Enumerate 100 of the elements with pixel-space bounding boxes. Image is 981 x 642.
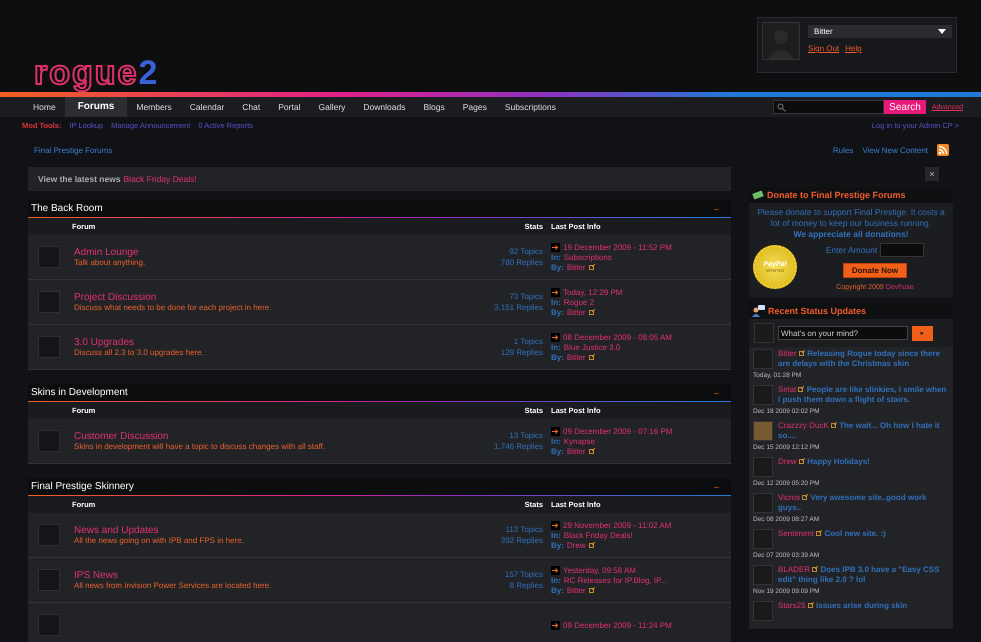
topic-link[interactable]: Blue Justice 3.0: [564, 342, 620, 352]
external-link-icon[interactable]: [588, 542, 595, 548]
rss-icon[interactable]: [937, 144, 949, 156]
forum-title[interactable]: IPS News: [74, 570, 483, 581]
amount-field[interactable]: [880, 243, 924, 257]
caret-icon: [938, 29, 946, 34]
nav-tab[interactable]: Pages: [454, 97, 496, 117]
last-post-date[interactable]: 09 December 2009 - 07:16 PM: [563, 426, 672, 436]
user-link[interactable]: Stars25: [778, 601, 806, 610]
user-link[interactable]: Drew: [778, 457, 797, 466]
top-link[interactable]: Rules: [832, 146, 854, 154]
close-button[interactable]: ×: [925, 167, 939, 181]
forum-title[interactable]: News and Updates: [74, 525, 483, 536]
in-label: In:: [551, 342, 561, 352]
status-title: Recent Status Updates: [768, 306, 866, 316]
topic-link[interactable]: RC Releases for IP.Blog, IP...: [564, 576, 668, 584]
external-link-icon[interactable]: [588, 354, 595, 360]
top-link[interactable]: View New Content: [862, 146, 928, 154]
forum-title[interactable]: 3.0 Upgrades: [74, 337, 483, 348]
topics-count: 157 Topics: [504, 570, 543, 579]
nav-tab[interactable]: Home: [24, 97, 65, 117]
user-link[interactable]: Crazzzy DucK: [778, 421, 829, 430]
user-link[interactable]: Sentiment: [778, 529, 814, 538]
collapse-toggle[interactable]: –: [714, 388, 719, 398]
last-post-date[interactable]: 08 December 2009 - 08:05 AM: [563, 332, 672, 342]
user-link[interactable]: Sign Out: [808, 44, 840, 53]
author-link[interactable]: Bitter: [566, 446, 586, 456]
nav-tab[interactable]: Subscriptions: [496, 97, 565, 117]
arrow-icon[interactable]: [551, 332, 560, 342]
search-field[interactable]: [773, 100, 884, 114]
arrow-icon[interactable]: [551, 288, 560, 296]
user-link[interactable]: Help: [845, 44, 862, 53]
external-link-icon[interactable]: [588, 448, 595, 454]
nav-tab[interactable]: Members: [127, 97, 181, 117]
category-title[interactable]: The Back Room: [31, 203, 103, 214]
forum-description: Discuss all 2.3 to 3.0 upgrades here.: [74, 348, 205, 357]
donate-button[interactable]: Donate Now: [842, 263, 908, 278]
forum-icon: [38, 336, 60, 358]
forum-icon: [38, 246, 60, 268]
external-link-icon[interactable]: [830, 422, 837, 428]
arrow-icon[interactable]: [551, 520, 560, 530]
topic-link[interactable]: Rogue 2: [564, 298, 594, 306]
author-link[interactable]: Bitter: [566, 586, 586, 594]
topic-link[interactable]: Subscriptions: [564, 252, 612, 262]
last-post-date[interactable]: 09 December 2009 - 11:24 PM: [563, 620, 672, 630]
arrow-icon[interactable]: [551, 620, 560, 630]
arrow-icon[interactable]: [551, 242, 560, 252]
external-link-icon[interactable]: [798, 350, 805, 356]
user-link[interactable]: Sirlat: [778, 385, 796, 394]
external-link-icon[interactable]: [816, 530, 822, 536]
forum-title[interactable]: Admin Lounge: [74, 247, 483, 258]
forum-description: Discuss what needs to be done for each project in here.: [74, 303, 272, 312]
site-logo[interactable]: rogue2: [34, 54, 160, 92]
external-link-icon[interactable]: [812, 566, 818, 572]
collapse-toggle[interactable]: –: [714, 204, 719, 214]
author-link[interactable]: Bitter: [566, 262, 586, 272]
topics-count: 73 Topics: [509, 292, 543, 301]
author-link[interactable]: Bitter: [566, 308, 586, 316]
last-post-date[interactable]: Today, 12:29 PM: [563, 288, 622, 296]
arrow-icon[interactable]: [551, 426, 560, 436]
collapse-toggle[interactable]: –: [714, 482, 719, 492]
nav-tab[interactable]: Chat: [233, 97, 270, 117]
external-link-icon[interactable]: [798, 386, 804, 392]
forum-title[interactable]: Customer Discussion: [74, 431, 483, 442]
last-post-date[interactable]: 29 November 2009 - 11:02 AM: [563, 520, 672, 530]
topic-link[interactable]: Black Friday Deals!: [564, 530, 633, 540]
author-link[interactable]: Drew: [566, 540, 586, 550]
nav-tab[interactable]: Portal: [269, 97, 310, 117]
nav-tab[interactable]: Forums: [64, 97, 128, 117]
author-link[interactable]: Bitter: [566, 352, 586, 362]
user-dropdown[interactable]: Bitter: [808, 25, 952, 38]
nav-tab[interactable]: Gallery: [309, 97, 354, 117]
replies-count: 392 Replies: [500, 536, 543, 545]
external-link-icon[interactable]: [798, 458, 805, 464]
nav-tab[interactable]: Downloads: [354, 97, 414, 117]
user-link[interactable]: Vicros: [778, 493, 800, 502]
external-link-icon[interactable]: [588, 309, 595, 315]
nav-tab[interactable]: Blogs: [414, 97, 454, 117]
breadcrumb-link[interactable]: Final Prestige Forums: [34, 146, 112, 154]
nav-tab[interactable]: Calendar: [180, 97, 234, 117]
news-link[interactable]: Black Friday Deals!: [124, 174, 197, 184]
last-post-date[interactable]: Yesterday, 09:58 AM: [563, 566, 636, 574]
last-post-date[interactable]: 19 December 2009 - 11:52 PM: [563, 242, 672, 252]
category-title[interactable]: Final Prestige Skinnery: [31, 481, 134, 492]
category-title[interactable]: Skins in Development: [31, 387, 128, 398]
avatar-icon: [762, 22, 800, 60]
external-link-icon[interactable]: [588, 264, 595, 270]
external-link-icon[interactable]: [808, 602, 814, 608]
forum-icon: [38, 569, 60, 591]
arrow-icon[interactable]: [551, 566, 560, 574]
external-link-icon[interactable]: [588, 587, 595, 593]
user-link[interactable]: Bitter: [778, 349, 797, 358]
replies-count: 1,746 Replies: [494, 442, 543, 451]
status-input[interactable]: What's on your mind?: [778, 326, 908, 340]
search-button[interactable]: Search: [884, 100, 926, 114]
topic-link[interactable]: Kynapse: [564, 436, 595, 446]
money-icon: [752, 190, 764, 200]
external-link-icon[interactable]: [802, 494, 808, 500]
user-link[interactable]: BLADER: [778, 565, 810, 574]
forum-title[interactable]: Project Discussion: [74, 292, 483, 303]
